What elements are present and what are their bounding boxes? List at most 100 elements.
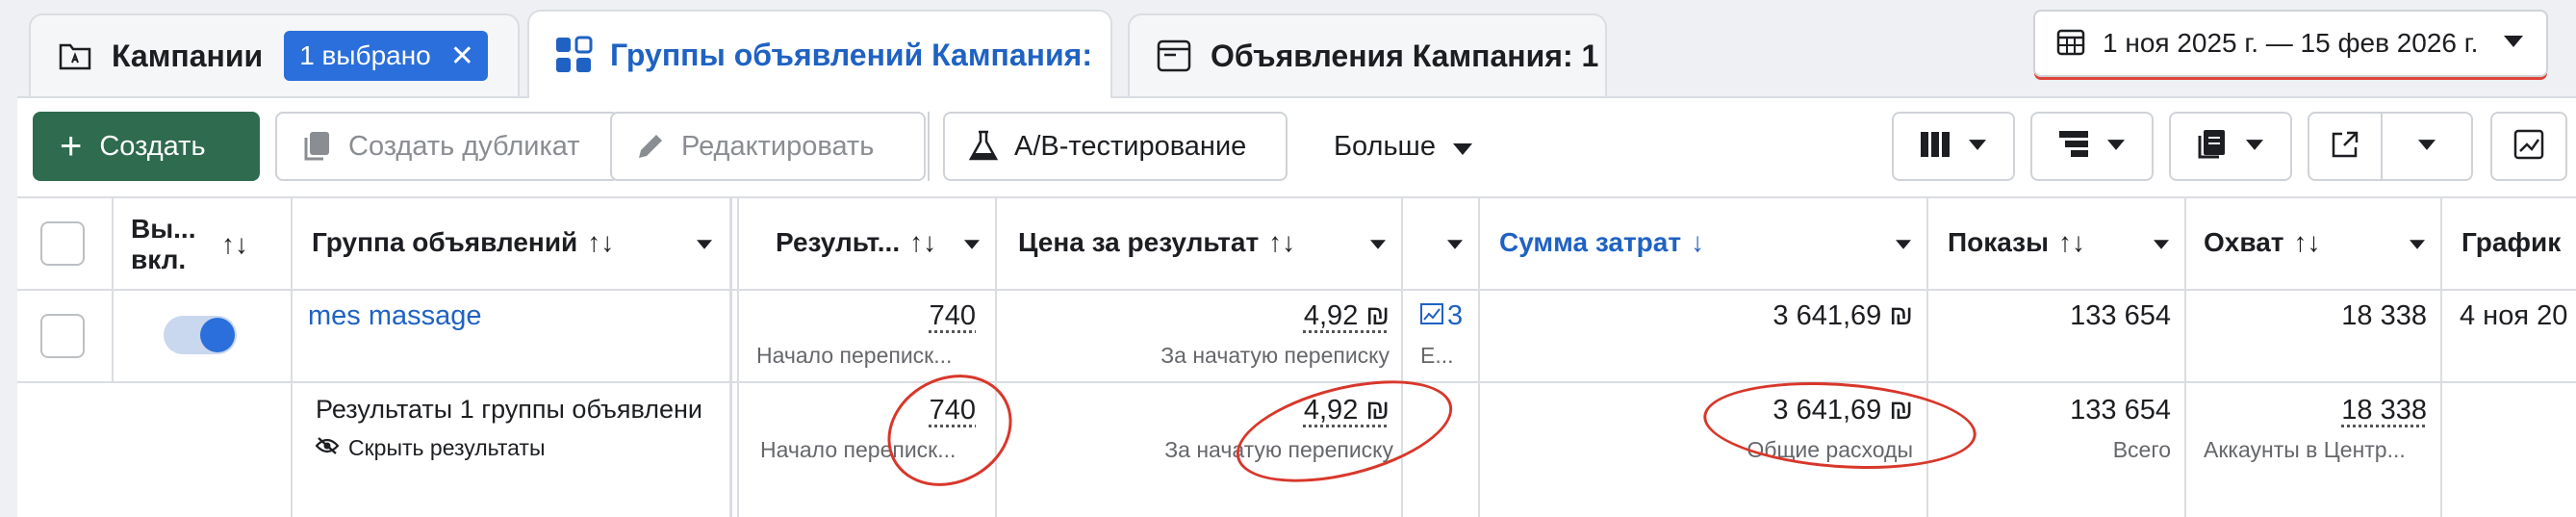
more-button[interactable]: Больше	[1334, 112, 1472, 181]
summary-reach-value[interactable]: 18 338	[2204, 395, 2427, 427]
col-header-results[interactable]: Результ... ↑↓	[776, 227, 936, 258]
col-header-schedule[interactable]: График	[2461, 227, 2575, 258]
duplicate-button[interactable]: Создать дубликат	[275, 112, 620, 181]
col-header-spent[interactable]: Сумма затрат ↓	[1499, 227, 1704, 258]
adset-name-link[interactable]: mes massage	[308, 300, 482, 332]
hide-results-button[interactable]: Скрыть результаты	[316, 435, 546, 461]
copy-icon	[300, 130, 333, 163]
col-header-spent-label: Сумма затрат	[1499, 227, 1681, 258]
breakdown-icon	[2059, 131, 2088, 163]
sort-icon: ↑↓	[1268, 227, 1295, 258]
col-divider	[112, 198, 114, 381]
col-divider	[737, 198, 739, 517]
row-extra-link[interactable]: 3	[1420, 300, 1463, 332]
toolbar: + Создать Создать дубликат Редактировать…	[17, 98, 2576, 196]
columns-icon	[1921, 132, 1950, 162]
annotation-circle	[868, 353, 1032, 507]
col-header-cost-label: Цена за результат	[1018, 227, 1259, 258]
summary-cost-value[interactable]: 4,92 ₪	[1008, 395, 1390, 427]
tab-label: Кампании	[112, 39, 263, 74]
col-header-schedule-label: График	[2461, 227, 2561, 258]
eye-off-icon	[316, 435, 339, 461]
sort-icon: ↑↓	[2058, 227, 2085, 258]
summary-cost-sub: За начатую переписку	[1008, 437, 1393, 463]
hide-results-label: Скрыть результаты	[348, 435, 546, 461]
row-schedule-value: 4 ноя 20	[2460, 300, 2567, 332]
edit-button[interactable]: Редактировать	[610, 112, 926, 181]
col-divider	[1401, 198, 1403, 517]
summary-label: Результаты 1 группы объявлени	[316, 395, 729, 425]
flask-icon	[968, 130, 999, 163]
row-extra-sub: Е...	[1420, 343, 1454, 369]
export-button[interactable]	[2308, 112, 2383, 181]
select-all-checkbox[interactable]	[40, 221, 85, 266]
col-header-reach-label: Охват	[2204, 227, 2283, 258]
row-spent-value: 3 641,69 ₪	[1499, 300, 1913, 332]
col-header-impressions[interactable]: Показы ↑↓	[1948, 227, 2085, 258]
col-header-reach[interactable]: Охват ↑↓	[2204, 227, 2320, 258]
col-divider	[1926, 198, 1928, 517]
col-divider	[2440, 198, 2442, 517]
col-header-results-label: Результ...	[776, 227, 900, 258]
ab-test-button[interactable]: A/B-тестирование	[943, 112, 1288, 181]
row-divider	[17, 381, 2576, 383]
calendar-icon	[2056, 27, 2085, 61]
col-header-onoff[interactable]: Вы... вкл. ↑↓	[131, 214, 285, 275]
sort-desc-icon: ↓	[1691, 227, 1704, 258]
chevron-down-icon[interactable]	[1370, 237, 1386, 254]
close-icon[interactable]: ✕	[450, 39, 474, 73]
row-results-value[interactable]: 740	[749, 300, 976, 332]
columns-button[interactable]	[1892, 112, 2015, 181]
sort-icon: ↑↓	[221, 229, 248, 260]
tab-adsets[interactable]: Группы объявлений Кампания: 1	[527, 10, 1112, 98]
more-label: Больше	[1334, 131, 1436, 163]
selected-badge[interactable]: 1 выбрано ✕	[284, 31, 488, 81]
entity-tabs: Кампании 1 выбрано ✕ Группы объявлений К…	[0, 0, 2576, 96]
chevron-down-icon[interactable]	[1447, 237, 1463, 254]
col-header-cost[interactable]: Цена за результат ↑↓	[1018, 227, 1295, 258]
chevron-down-icon[interactable]	[964, 237, 980, 254]
edit-label: Редактировать	[681, 131, 874, 163]
col-header-adset[interactable]: Группа объявлений ↑↓	[312, 227, 614, 258]
summary-results-value[interactable]: 740	[749, 395, 976, 427]
chevron-down-icon[interactable]	[697, 237, 712, 254]
export-options-button[interactable]	[2381, 112, 2473, 181]
reports-button[interactable]	[2169, 112, 2292, 181]
row-cost-sub: За начатую переписку	[1008, 343, 1390, 369]
summary-spent-value: 3 641,69 ₪	[1499, 395, 1913, 427]
pencil-icon	[635, 131, 666, 162]
sort-icon: ↑↓	[909, 227, 936, 258]
grid-icon	[554, 36, 593, 74]
export-icon	[2331, 130, 2359, 164]
tab-label: Группы объявлений Кампания: 1	[610, 38, 1091, 73]
folder-icon	[56, 37, 94, 75]
row-impressions-value: 133 654	[1948, 300, 2171, 332]
row-checkbox[interactable]	[40, 314, 85, 358]
chevron-down-icon	[2246, 138, 2263, 155]
chevron-down-icon[interactable]	[2154, 237, 2169, 254]
sort-icon: ↑↓	[2293, 227, 2320, 258]
toolbar-divider	[928, 112, 930, 181]
summary-reach-sub: Аккаунты в Центр...	[2204, 437, 2427, 463]
chevron-down-icon[interactable]	[2410, 237, 2425, 254]
create-label: Создать	[99, 131, 205, 163]
ad-window-icon	[1155, 37, 1193, 75]
chevron-down-icon	[2418, 138, 2436, 155]
create-button[interactable]: + Создать	[33, 112, 260, 181]
chart-line-icon	[1420, 300, 1443, 332]
breakdown-button[interactable]	[2030, 112, 2154, 181]
summary-impressions-value: 133 654	[1948, 395, 2171, 427]
row-cost-value[interactable]: 4,92 ₪	[1008, 300, 1390, 332]
duplicate-label: Создать дубликат	[348, 131, 580, 163]
charts-button[interactable]	[2490, 112, 2567, 181]
tab-label: Объявления Кампания: 1	[1211, 39, 1598, 74]
tab-campaigns[interactable]: Кампании 1 выбрано ✕	[29, 13, 520, 96]
row-extra-value: 3	[1447, 300, 1463, 332]
plus-icon: +	[60, 127, 82, 166]
adset-toggle[interactable]	[164, 316, 237, 354]
summary-results-sub: Начало переписк...	[760, 437, 987, 463]
chevron-down-icon[interactable]	[1896, 237, 1911, 254]
date-range-picker[interactable]: 1 ноя 2025 г. — 15 фев 2026 г.	[2033, 10, 2548, 77]
row-reach-value: 18 338	[2204, 300, 2427, 332]
tab-ads[interactable]: Объявления Кампания: 1	[1128, 13, 1607, 96]
